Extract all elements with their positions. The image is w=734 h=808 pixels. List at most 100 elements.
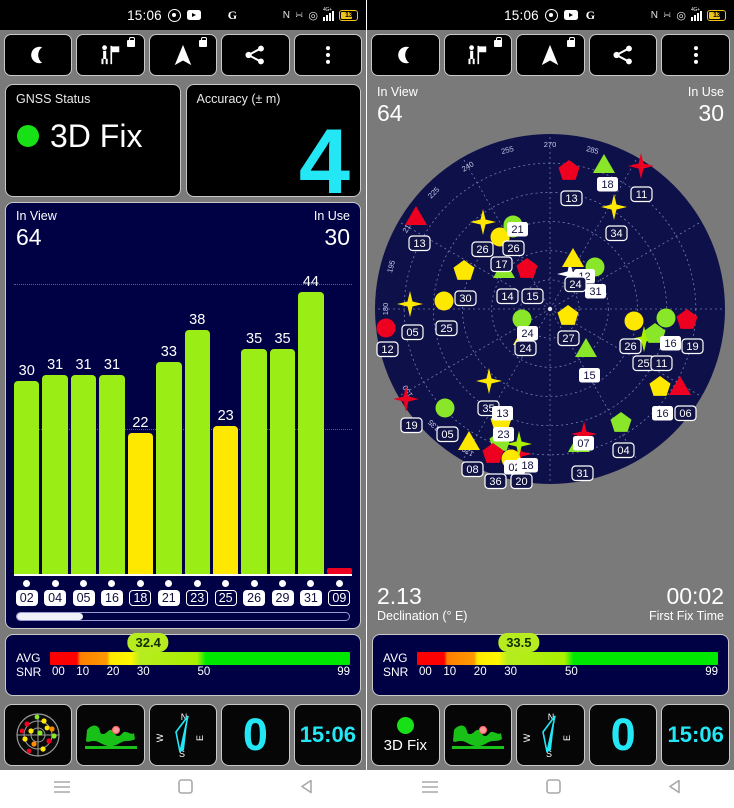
satellite-label-group[interactable]: 20: [510, 473, 533, 490]
surveyor-button[interactable]: [443, 34, 513, 76]
tab-skyplot[interactable]: [4, 704, 73, 766]
satellite-label-group[interactable]: 30: [454, 290, 477, 307]
share-button[interactable]: [221, 34, 290, 76]
chart-bar-column[interactable]: 44: [298, 253, 324, 574]
chart-satellite-id-cell[interactable]: 16: [99, 590, 124, 606]
satellite-label-group[interactable]: 27: [557, 330, 580, 347]
home-button[interactable]: [545, 779, 561, 799]
overflow-menu-button[interactable]: [661, 34, 730, 76]
satellite-label-group[interactable]: 14: [496, 288, 519, 305]
satellite-label-group[interactable]: 11: [650, 355, 673, 372]
tab-map[interactable]: [443, 704, 513, 766]
satellite-label-group[interactable]: 13: [560, 190, 583, 207]
satellite-label-group[interactable]: 16: [652, 406, 673, 421]
chart-satellite-id-cell[interactable]: 21: [156, 590, 181, 606]
night-mode-button[interactable]: [371, 34, 440, 76]
chart-satellite-id-cell[interactable]: 02: [14, 590, 39, 606]
satellite-marker-circle[interactable]: [624, 311, 644, 331]
satellite-label-group[interactable]: 25: [435, 320, 458, 337]
share-button[interactable]: [588, 34, 658, 76]
tab-speed[interactable]: 0: [588, 704, 658, 766]
chart-bar-column[interactable]: 23: [212, 253, 239, 574]
chart-satellite-id-cell[interactable]: 31: [298, 590, 323, 606]
tab-clock[interactable]: 15:06: [661, 704, 730, 766]
satellite-label-group[interactable]: 05: [436, 426, 459, 443]
chart-satellite-id-cell[interactable]: 04: [42, 590, 67, 606]
tab-compass[interactable]: N S W E: [148, 704, 218, 766]
chart-bar-column[interactable]: 22: [127, 253, 154, 574]
chart-bar-column[interactable]: 35: [269, 253, 296, 574]
tab-clock[interactable]: 15:06: [293, 704, 363, 766]
satellite-label-group[interactable]: 31: [585, 284, 606, 299]
satellite-label-group[interactable]: 08: [461, 461, 484, 478]
satellite-label-group[interactable]: 26: [502, 240, 525, 257]
back-button[interactable]: [668, 779, 681, 799]
satellite-label-group[interactable]: 18: [517, 458, 538, 473]
satellite-marker-circle[interactable]: [435, 398, 455, 418]
chart-bar-column[interactable]: 31: [70, 253, 97, 574]
satellite-label-group[interactable]: 36: [484, 473, 507, 490]
chart-bar-column[interactable]: 30: [14, 253, 40, 574]
satellite-label-group[interactable]: 19: [400, 417, 423, 434]
chart-bar-column[interactable]: 31: [99, 253, 125, 574]
satellite-label-group[interactable]: 24: [514, 340, 537, 357]
tab-map[interactable]: [76, 704, 145, 766]
overflow-menu-button[interactable]: [293, 34, 363, 76]
satellite-label-group[interactable]: 04: [612, 442, 635, 459]
satellite-marker-circle[interactable]: [656, 308, 676, 328]
tab-compass[interactable]: N S W E: [516, 704, 585, 766]
satellite-marker-circle[interactable]: [512, 309, 532, 329]
satellite-label-group[interactable]: 18: [597, 177, 618, 192]
home-button[interactable]: [178, 779, 193, 799]
chart-bar-column[interactable]: 35: [241, 253, 267, 574]
satellite-label-group[interactable]: 24: [517, 326, 538, 341]
satellite-label-group[interactable]: 12: [376, 341, 399, 358]
recents-button[interactable]: [53, 780, 71, 799]
chart-satellite-id-cell[interactable]: 05: [71, 590, 96, 606]
sky-plot-container[interactable]: 1201351501651801952102252402552702851205…: [367, 129, 734, 579]
satellite-label-group[interactable]: 31: [571, 465, 594, 482]
tab-speed[interactable]: 0: [221, 704, 290, 766]
chart-bar-column[interactable]: 38: [184, 253, 210, 574]
satellite-label-group[interactable]: 13: [492, 406, 513, 421]
back-button[interactable]: [300, 779, 313, 799]
satellite-label-group[interactable]: 11: [630, 186, 653, 203]
satellite-label-group[interactable]: 23: [493, 427, 514, 442]
gnss-status-card[interactable]: GNSS Status 3D Fix: [5, 84, 181, 197]
chart-bar-column[interactable]: 33: [156, 253, 182, 574]
navigation-button[interactable]: [148, 34, 218, 76]
satellite-label-group[interactable]: 07: [573, 436, 594, 451]
chart-satellite-id-cell[interactable]: 23: [185, 590, 210, 606]
satellite-label-group[interactable]: 21: [507, 222, 528, 237]
satellite-label-group[interactable]: 15: [579, 368, 600, 383]
surveyor-button[interactable]: [76, 34, 145, 76]
satellite-label-group[interactable]: 06: [674, 405, 697, 422]
chart-scrollbar[interactable]: [16, 612, 350, 621]
chart-satellite-id-cell[interactable]: 09: [327, 590, 352, 606]
satellite-label-group[interactable]: 19: [681, 338, 704, 355]
accuracy-card[interactable]: Accuracy (± m) 4: [185, 84, 361, 197]
chart-bar-column[interactable]: [326, 253, 353, 574]
satellite-label-group[interactable]: 13: [408, 235, 431, 252]
satellite-label-group[interactable]: 34: [605, 225, 628, 242]
satellite-label-group[interactable]: 05: [401, 324, 424, 341]
chart-satellite-id-cell[interactable]: 29: [270, 590, 295, 606]
chart-satellite-id-cell[interactable]: 18: [128, 590, 153, 606]
satellite-label-group[interactable]: 16: [660, 336, 681, 351]
navigation-button[interactable]: [516, 34, 585, 76]
chart-bar-column[interactable]: 31: [42, 253, 68, 574]
satellite-label-group[interactable]: 15: [521, 288, 544, 305]
chart-satellite-id-cell[interactable]: 26: [241, 590, 266, 606]
satellite-label-group[interactable]: 24: [564, 276, 587, 293]
left-screen: 15:06 N G N ∺ ◎ 4G+ 13: [0, 0, 367, 808]
satellite-label-group[interactable]: 26: [471, 241, 494, 258]
satellite-marker-circle[interactable]: [376, 318, 396, 338]
satellite-marker-circle[interactable]: [434, 291, 454, 311]
chart-satellite-id-cell[interactable]: 25: [213, 590, 238, 606]
night-mode-button[interactable]: [4, 34, 73, 76]
satellite-label-group[interactable]: 26: [619, 338, 642, 355]
recents-button[interactable]: [421, 780, 439, 799]
chart-scrollbar-thumb[interactable]: [17, 613, 84, 620]
satellite-label-group[interactable]: 17: [490, 256, 513, 273]
tab-status[interactable]: 3D Fix: [371, 704, 440, 766]
